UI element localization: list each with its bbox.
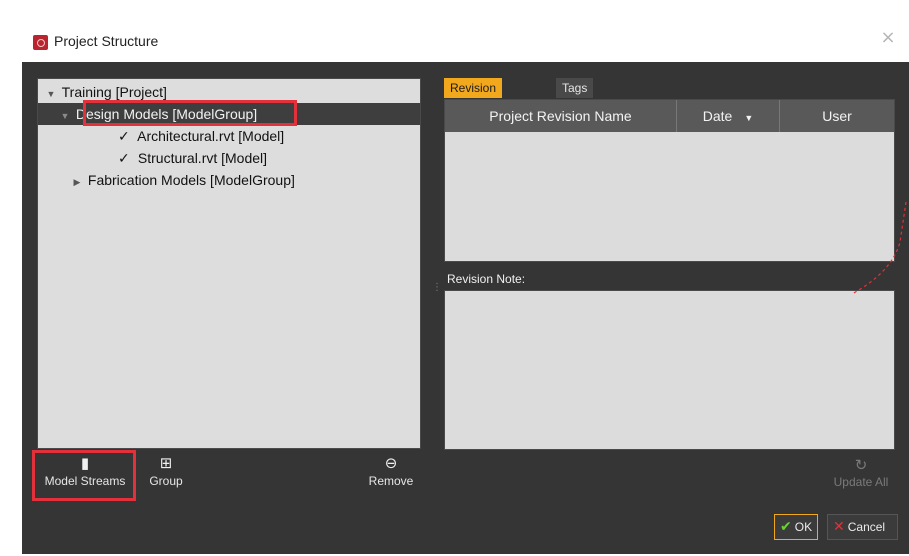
revision-note-field[interactable]: [444, 290, 895, 450]
column-header-date[interactable]: Date ▼: [677, 100, 780, 132]
update-all-button[interactable]: ↻ Update All: [830, 457, 892, 489]
tab-revision-history[interactable]: Revision History: [444, 78, 503, 115]
folder-add-icon: ⊞: [159, 454, 173, 472]
column-header-label: Project Revision Name: [489, 108, 632, 124]
expand-arrow-icon[interactable]: ▶: [70, 171, 84, 193]
checkmark-icon[interactable]: ✓: [118, 125, 134, 147]
tree-item-label: Training [Project]: [61, 84, 167, 100]
highlight-box-model-streams: [32, 450, 136, 501]
minus-circle-icon: ⊖: [384, 454, 398, 472]
checkmark-icon: ✔: [780, 519, 792, 535]
refresh-icon: ↻: [854, 457, 868, 474]
tree-item-architectural[interactable]: ✓ Architectural.rvt [Model]: [118, 125, 284, 147]
tree-item-label: Architectural.rvt [Model]: [137, 128, 285, 144]
tree-item-label: Fabrication Models [ModelGroup]: [87, 172, 295, 188]
tree-item-fabrication-models[interactable]: ▶ Fabrication Models [ModelGroup]: [70, 169, 295, 191]
expand-arrow-icon[interactable]: ▼: [58, 105, 72, 127]
update-all-label: Update All: [833, 475, 889, 489]
highlight-box-design-models: [83, 100, 297, 126]
close-icon: ✕: [833, 519, 845, 535]
app-logo-icon: [33, 35, 48, 50]
close-icon[interactable]: ×: [880, 29, 896, 47]
table-header: Project Revision Name Date ▼ User: [445, 100, 894, 132]
group-button[interactable]: ⊞ Group: [144, 452, 188, 502]
group-label: Group: [149, 474, 183, 488]
remove-label: Remove: [368, 474, 414, 488]
revision-note-label: Revision Note:: [447, 272, 526, 286]
annotation-dashed-line: [851, 202, 907, 295]
tree-item-structural[interactable]: ✓ Structural.rvt [Model]: [118, 147, 267, 169]
window-title: Project Structure: [54, 33, 159, 49]
dialog-body: ▼ Training [Project] ▼ Design Models [Mo…: [22, 62, 909, 554]
expand-arrow-icon[interactable]: ▼: [44, 83, 58, 105]
tab-tags[interactable]: Tags: [556, 78, 594, 98]
column-header-user[interactable]: User: [780, 100, 894, 132]
cancel-button[interactable]: ✕ Cancel: [827, 514, 898, 540]
column-header-label: User: [822, 108, 852, 124]
panel-splitter[interactable]: ⋮: [432, 282, 442, 312]
cancel-label: Cancel: [847, 520, 886, 534]
title-bar: Project Structure ×: [0, 0, 909, 62]
checkmark-icon[interactable]: ✓: [118, 147, 134, 169]
ok-label: OK: [794, 520, 813, 534]
tree-item-label: Structural.rvt [Model]: [137, 150, 268, 166]
sort-arrow-icon[interactable]: ▼: [744, 113, 753, 123]
ok-button[interactable]: ✔ OK: [774, 514, 818, 540]
project-tree[interactable]: ▼ Training [Project] ▼ Design Models [Mo…: [37, 78, 421, 449]
remove-button[interactable]: ⊖ Remove: [362, 452, 420, 502]
column-header-revision-name[interactable]: Project Revision Name: [445, 100, 677, 132]
column-header-label: Date: [702, 108, 733, 124]
revision-history-table[interactable]: Project Revision Name Date ▼ User: [444, 99, 895, 262]
